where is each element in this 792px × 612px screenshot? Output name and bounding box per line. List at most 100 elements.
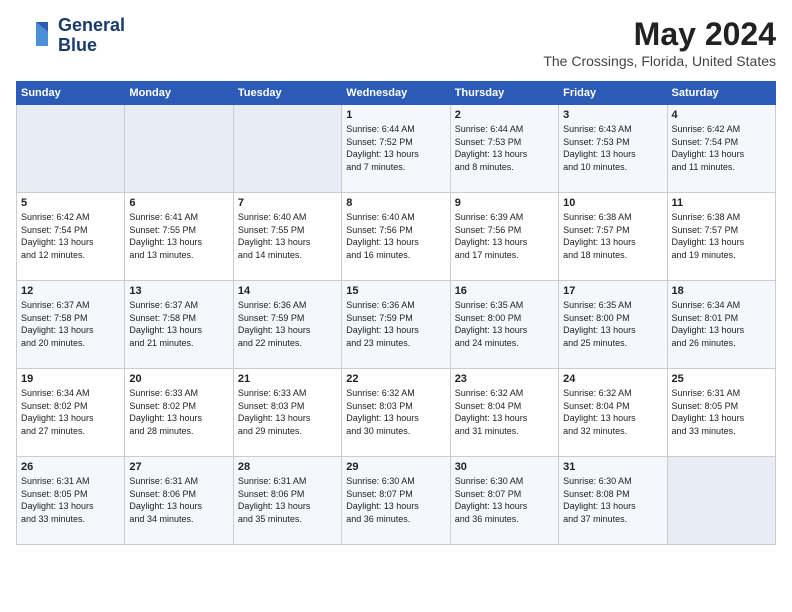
day-number: 26 bbox=[21, 461, 120, 473]
logo: General Blue bbox=[16, 16, 125, 56]
day-info: Sunrise: 6:30 AM Sunset: 8:07 PM Dayligh… bbox=[346, 475, 445, 525]
day-info: Sunrise: 6:31 AM Sunset: 8:05 PM Dayligh… bbox=[672, 387, 771, 437]
calendar-cell: 27 Sunrise: 6:31 AM Sunset: 8:06 PM Dayli… bbox=[125, 457, 233, 545]
calendar-cell: 3Sunrise: 6:43 AM Sunset: 7:53 PM Daylig… bbox=[559, 105, 667, 193]
calendar-cell: 24Sunrise: 6:32 AM Sunset: 8:04 PM Dayli… bbox=[559, 369, 667, 457]
day-number: 16 bbox=[455, 285, 554, 297]
title-block: May 2024 The Crossings, Florida, United … bbox=[543, 16, 776, 69]
month-title: May 2024 bbox=[543, 16, 776, 53]
day-number: 9 bbox=[455, 197, 554, 209]
day-info: Sunrise: 6:32 AM Sunset: 8:03 PM Dayligh… bbox=[346, 387, 445, 437]
calendar-cell: 30Sunrise: 6:30 AM Sunset: 8:07 PM Dayli… bbox=[450, 457, 558, 545]
day-info: Sunrise: 6:40 AM Sunset: 7:56 PM Dayligh… bbox=[346, 211, 445, 261]
day-info: Sunrise: 6:33 AM Sunset: 8:03 PM Dayligh… bbox=[238, 387, 337, 437]
day-number: 14 bbox=[238, 285, 337, 297]
day-number: 15 bbox=[346, 285, 445, 297]
calendar-week-row: 26 Sunrise: 6:31 AM Sunset: 8:05 PM Dayli… bbox=[17, 457, 776, 545]
day-info: Sunrise: 6:31 AM Sunset: 8:06 PM Dayligh… bbox=[129, 475, 228, 525]
calendar-cell: 13Sunrise: 6:37 AM Sunset: 7:58 PM Dayli… bbox=[125, 281, 233, 369]
calendar-cell: 12Sunrise: 6:37 AM Sunset: 7:58 PM Dayli… bbox=[17, 281, 125, 369]
calendar-cell: 22 Sunrise: 6:32 AM Sunset: 8:03 PM Dayli… bbox=[342, 369, 450, 457]
calendar-cell bbox=[125, 105, 233, 193]
calendar-cell: 16 Sunrise: 6:35 AM Sunset: 8:00 PM Dayli… bbox=[450, 281, 558, 369]
day-number: 4 bbox=[672, 109, 771, 121]
calendar-cell: 10 Sunrise: 6:38 AM Sunset: 7:57 PM Dayli… bbox=[559, 193, 667, 281]
calendar-cell: 19Sunrise: 6:34 AM Sunset: 8:02 PM Dayli… bbox=[17, 369, 125, 457]
day-info: Sunrise: 6:44 AM Sunset: 7:53 PM Dayligh… bbox=[455, 123, 554, 173]
calendar-cell: 8 Sunrise: 6:40 AM Sunset: 7:56 PM Daylig… bbox=[342, 193, 450, 281]
calendar-cell: 2 Sunrise: 6:44 AM Sunset: 7:53 PM Daylig… bbox=[450, 105, 558, 193]
weekday-header: Wednesday bbox=[342, 82, 450, 105]
day-number: 10 bbox=[563, 197, 662, 209]
day-info: Sunrise: 6:33 AM Sunset: 8:02 PM Dayligh… bbox=[129, 387, 228, 437]
calendar-cell: 17 Sunrise: 6:35 AM Sunset: 8:00 PM Dayli… bbox=[559, 281, 667, 369]
day-info: Sunrise: 6:44 AM Sunset: 7:52 PM Dayligh… bbox=[346, 123, 445, 173]
day-info: Sunrise: 6:40 AM Sunset: 7:55 PM Dayligh… bbox=[238, 211, 337, 261]
day-info: Sunrise: 6:42 AM Sunset: 7:54 PM Dayligh… bbox=[21, 211, 120, 261]
day-number: 27 bbox=[129, 461, 228, 473]
day-number: 6 bbox=[129, 197, 228, 209]
day-number: 17 bbox=[563, 285, 662, 297]
day-number: 5 bbox=[21, 197, 120, 209]
page-header: General Blue May 2024 The Crossings, Flo… bbox=[16, 16, 776, 69]
day-info: Sunrise: 6:35 AM Sunset: 8:00 PM Dayligh… bbox=[455, 299, 554, 349]
day-number: 25 bbox=[672, 373, 771, 385]
weekday-header: Monday bbox=[125, 82, 233, 105]
calendar-cell: 20 Sunrise: 6:33 AM Sunset: 8:02 PM Dayli… bbox=[125, 369, 233, 457]
day-info: Sunrise: 6:39 AM Sunset: 7:56 PM Dayligh… bbox=[455, 211, 554, 261]
day-number: 11 bbox=[672, 197, 771, 209]
calendar-cell: 15 Sunrise: 6:36 AM Sunset: 7:59 PM Dayli… bbox=[342, 281, 450, 369]
calendar-cell: 4 Sunrise: 6:42 AM Sunset: 7:54 PM Daylig… bbox=[667, 105, 775, 193]
calendar-cell bbox=[17, 105, 125, 193]
calendar-cell: 7 Sunrise: 6:40 AM Sunset: 7:55 PM Daylig… bbox=[233, 193, 341, 281]
calendar-cell bbox=[233, 105, 341, 193]
day-number: 12 bbox=[21, 285, 120, 297]
day-info: Sunrise: 6:34 AM Sunset: 8:01 PM Dayligh… bbox=[672, 299, 771, 349]
calendar-week-row: 19Sunrise: 6:34 AM Sunset: 8:02 PM Dayli… bbox=[17, 369, 776, 457]
day-info: Sunrise: 6:38 AM Sunset: 7:57 PM Dayligh… bbox=[672, 211, 771, 261]
calendar-cell: 26 Sunrise: 6:31 AM Sunset: 8:05 PM Dayli… bbox=[17, 457, 125, 545]
weekday-header: Tuesday bbox=[233, 82, 341, 105]
calendar-cell: 18 Sunrise: 6:34 AM Sunset: 8:01 PM Dayli… bbox=[667, 281, 775, 369]
calendar-body: 1Sunrise: 6:44 AM Sunset: 7:52 PM Daylig… bbox=[17, 105, 776, 545]
day-info: Sunrise: 6:41 AM Sunset: 7:55 PM Dayligh… bbox=[129, 211, 228, 261]
day-number: 18 bbox=[672, 285, 771, 297]
weekday-header: Thursday bbox=[450, 82, 558, 105]
day-number: 20 bbox=[129, 373, 228, 385]
day-info: Sunrise: 6:32 AM Sunset: 8:04 PM Dayligh… bbox=[563, 387, 662, 437]
day-info: Sunrise: 6:42 AM Sunset: 7:54 PM Dayligh… bbox=[672, 123, 771, 173]
day-number: 19 bbox=[21, 373, 120, 385]
calendar-week-row: 5 Sunrise: 6:42 AM Sunset: 7:54 PM Daylig… bbox=[17, 193, 776, 281]
calendar-cell: 25 Sunrise: 6:31 AM Sunset: 8:05 PM Dayli… bbox=[667, 369, 775, 457]
day-info: Sunrise: 6:31 AM Sunset: 8:06 PM Dayligh… bbox=[238, 475, 337, 525]
calendar-week-row: 12Sunrise: 6:37 AM Sunset: 7:58 PM Dayli… bbox=[17, 281, 776, 369]
weekday-header: Saturday bbox=[667, 82, 775, 105]
calendar-cell: 23 Sunrise: 6:32 AM Sunset: 8:04 PM Dayli… bbox=[450, 369, 558, 457]
calendar-cell: 14 Sunrise: 6:36 AM Sunset: 7:59 PM Dayli… bbox=[233, 281, 341, 369]
calendar-cell: 5 Sunrise: 6:42 AM Sunset: 7:54 PM Daylig… bbox=[17, 193, 125, 281]
day-number: 23 bbox=[455, 373, 554, 385]
day-number: 8 bbox=[346, 197, 445, 209]
day-info: Sunrise: 6:31 AM Sunset: 8:05 PM Dayligh… bbox=[21, 475, 120, 525]
calendar-cell: 28Sunrise: 6:31 AM Sunset: 8:06 PM Dayli… bbox=[233, 457, 341, 545]
day-info: Sunrise: 6:36 AM Sunset: 7:59 PM Dayligh… bbox=[238, 299, 337, 349]
calendar-cell: 11 Sunrise: 6:38 AM Sunset: 7:57 PM Dayli… bbox=[667, 193, 775, 281]
calendar-header-row: SundayMondayTuesdayWednesdayThursdayFrid… bbox=[17, 82, 776, 105]
day-number: 29 bbox=[346, 461, 445, 473]
day-info: Sunrise: 6:38 AM Sunset: 7:57 PM Dayligh… bbox=[563, 211, 662, 261]
calendar-cell: 9 Sunrise: 6:39 AM Sunset: 7:56 PM Daylig… bbox=[450, 193, 558, 281]
weekday-header: Sunday bbox=[17, 82, 125, 105]
calendar-week-row: 1Sunrise: 6:44 AM Sunset: 7:52 PM Daylig… bbox=[17, 105, 776, 193]
day-number: 7 bbox=[238, 197, 337, 209]
day-number: 31 bbox=[563, 461, 662, 473]
day-number: 21 bbox=[238, 373, 337, 385]
logo-icon bbox=[16, 18, 52, 54]
day-number: 22 bbox=[346, 373, 445, 385]
day-number: 2 bbox=[455, 109, 554, 121]
calendar-cell: 31Sunrise: 6:30 AM Sunset: 8:08 PM Dayli… bbox=[559, 457, 667, 545]
day-number: 13 bbox=[129, 285, 228, 297]
day-info: Sunrise: 6:36 AM Sunset: 7:59 PM Dayligh… bbox=[346, 299, 445, 349]
day-info: Sunrise: 6:35 AM Sunset: 8:00 PM Dayligh… bbox=[563, 299, 662, 349]
day-info: Sunrise: 6:30 AM Sunset: 8:07 PM Dayligh… bbox=[455, 475, 554, 525]
day-info: Sunrise: 6:32 AM Sunset: 8:04 PM Dayligh… bbox=[455, 387, 554, 437]
